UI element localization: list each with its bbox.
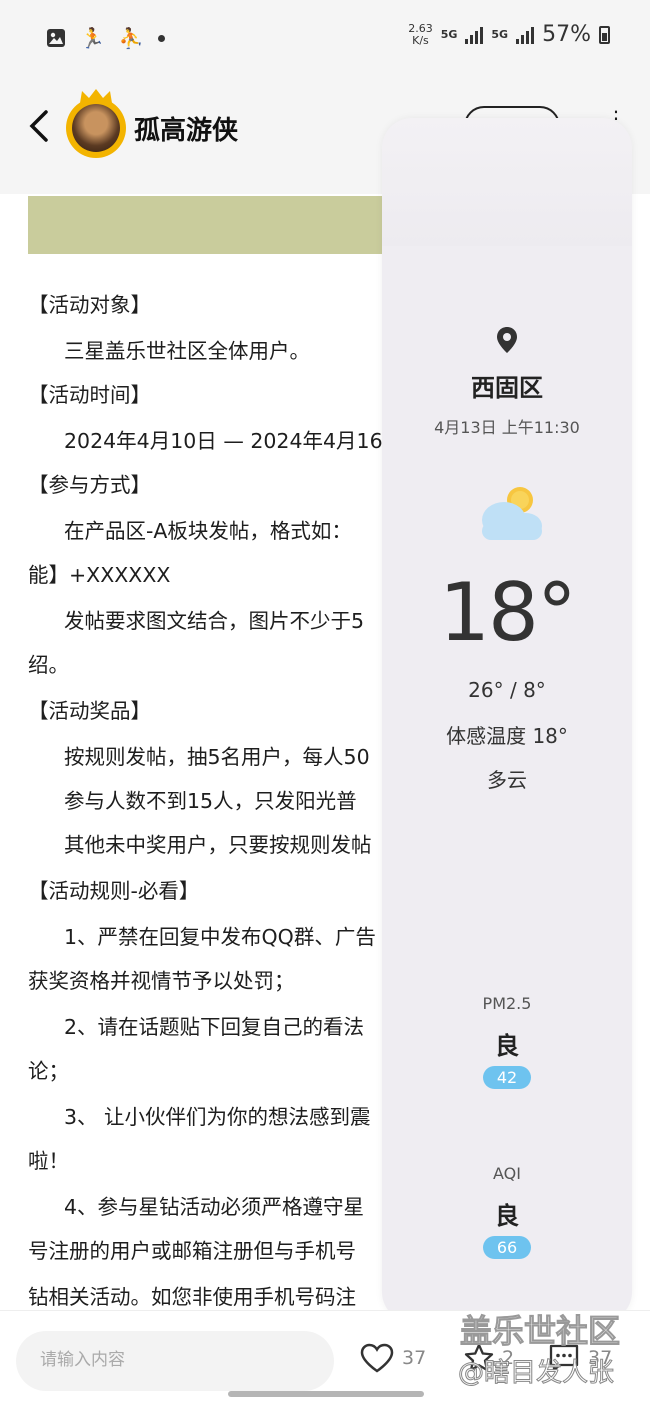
aqi-value-badge: 66 bbox=[483, 1236, 531, 1259]
paragraph-line: 发帖要求图文结合，图片不少于5 bbox=[64, 609, 365, 633]
paragraph-line: 参与人数不到15人，只发阳光普 bbox=[64, 789, 357, 813]
battery-percent: 57% bbox=[542, 22, 591, 47]
pm25-grade: 良 bbox=[495, 1032, 519, 1060]
notification-icons: 🏃 ⛹ bbox=[46, 26, 165, 50]
weather-location: 西固区 bbox=[471, 374, 543, 402]
weather-condition: 多云 bbox=[487, 768, 527, 792]
like-count: 37 bbox=[402, 1347, 427, 1369]
aqi-badge-wrap: 66 bbox=[382, 1236, 632, 1259]
current-temperature: 18° bbox=[439, 566, 577, 659]
section-heading: 【活动奖品】 bbox=[28, 699, 151, 723]
comment-input-box[interactable] bbox=[16, 1331, 334, 1391]
weather-datetime: 4月13日 上午11:30 bbox=[434, 418, 580, 437]
signal-icon-2 bbox=[516, 26, 535, 44]
partly-cloudy-icon bbox=[482, 487, 542, 540]
like-button[interactable]: 37 bbox=[360, 1343, 426, 1373]
paragraph-line: 论； bbox=[28, 1059, 69, 1083]
weather-widget-header bbox=[382, 118, 632, 246]
status-bar: 🏃 ⛹ 2.63 K/s 5G 5G 57% bbox=[0, 0, 650, 76]
paragraph-line: 在产品区-A板块发帖，格式如： bbox=[64, 519, 352, 543]
battery-icon bbox=[599, 25, 610, 44]
author-name[interactable]: 孤高游侠 bbox=[134, 110, 238, 147]
network-speed-value: 2.63 bbox=[408, 21, 433, 35]
pm25-value-badge: 42 bbox=[483, 1066, 531, 1089]
gallery-icon bbox=[47, 29, 65, 47]
paragraph-line: 按规则发帖，抽5名用户，每人50 bbox=[64, 745, 370, 769]
network-speed-unit: K/s bbox=[412, 33, 429, 47]
activity-icon: ⛹ bbox=[118, 26, 144, 50]
crown-icon bbox=[80, 89, 112, 103]
section-heading: 【活动对象】 bbox=[28, 293, 151, 317]
section-heading: 【活动时间】 bbox=[28, 383, 151, 407]
post-banner-image bbox=[28, 196, 388, 254]
paragraph-line: 4、参与星钻活动必须严格遵守星 bbox=[64, 1195, 365, 1219]
network-type-2: 5G bbox=[491, 28, 509, 41]
paragraph-line: 获奖资格并视情节予以处罚； bbox=[28, 969, 295, 993]
paragraph-line: 号注册的用户或邮箱注册但与手机号 bbox=[28, 1239, 356, 1263]
running-icon: 🏃 bbox=[80, 26, 105, 50]
paragraph-line: 三星盖乐世社区全体用户。 bbox=[64, 339, 310, 363]
feels-like-temperature: 体感温度 18° bbox=[446, 724, 568, 748]
paragraph-line: 3、 让小伙伴们为你的想法感到震 bbox=[64, 1105, 371, 1129]
location-pin-icon bbox=[382, 326, 632, 358]
section-heading: 【活动规则-必看】 bbox=[28, 879, 200, 903]
paragraph-line: 1、严禁在回复中发布QQ群、广告 bbox=[64, 925, 376, 949]
pm25-badge-wrap: 42 bbox=[382, 1066, 632, 1089]
weather-widget[interactable]: 西固区 4月13日 上午11:30 18° 26° / 8° 体感温度 18° … bbox=[382, 118, 632, 1322]
comment-input[interactable] bbox=[38, 1349, 322, 1371]
paragraph-line: 绍。 bbox=[28, 653, 69, 677]
watermark-author: @瞎目发人张 bbox=[457, 1358, 615, 1389]
paragraph-line: 其他未中奖用户，只要按规则发帖 bbox=[64, 833, 372, 857]
pm25-label: PM2.5 bbox=[482, 994, 532, 1013]
avatar[interactable] bbox=[66, 98, 126, 158]
chevron-left-icon bbox=[29, 110, 48, 142]
section-heading: 【参与方式】 bbox=[28, 473, 151, 497]
network-type-1: 5G bbox=[440, 28, 458, 41]
network-speed: 2.63 K/s bbox=[408, 21, 433, 47]
paragraph-line: 钻相关活动。如您非使用手机号码注 bbox=[28, 1285, 356, 1309]
aqi-label: AQI bbox=[493, 1164, 521, 1183]
more-notifications-dot bbox=[157, 34, 165, 42]
signal-icon-1 bbox=[465, 26, 484, 44]
paragraph-line: 2024年4月10日 — 2024年4月16 bbox=[64, 429, 383, 453]
watermark-brand: 盖乐世社区 bbox=[459, 1312, 621, 1351]
heart-icon bbox=[360, 1343, 394, 1373]
temperature-range: 26° / 8° bbox=[468, 678, 546, 702]
back-button[interactable] bbox=[26, 108, 56, 148]
paragraph-line: 2、请在话题贴下回复自己的看法 bbox=[64, 1015, 365, 1039]
paragraph-line: 能】+XXXXXX bbox=[28, 563, 171, 587]
aqi-grade: 良 bbox=[495, 1202, 519, 1230]
paragraph-line: 啦！ bbox=[28, 1149, 69, 1173]
home-indicator[interactable] bbox=[228, 1391, 424, 1397]
